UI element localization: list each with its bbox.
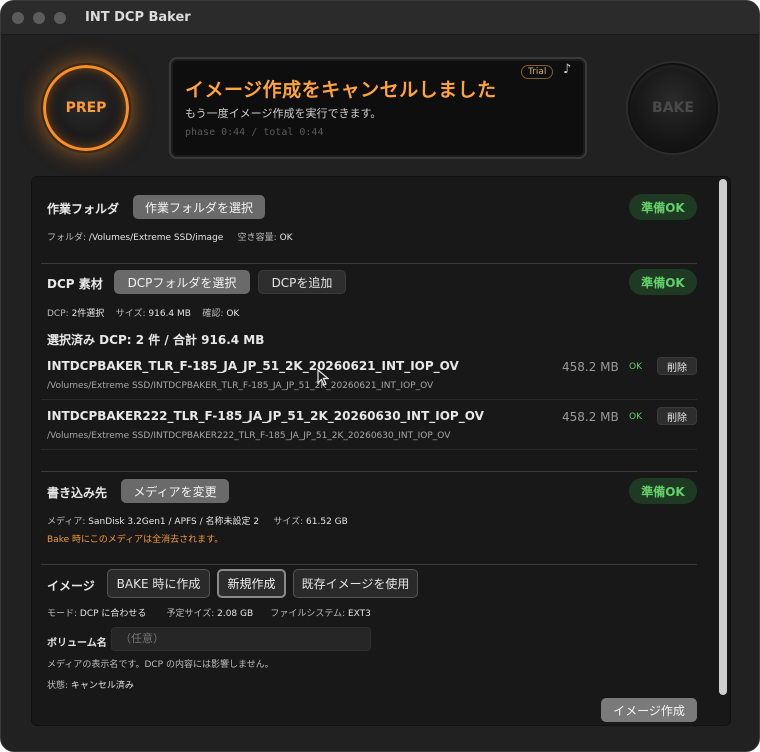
- prep-label: PREP: [65, 100, 107, 116]
- volume-note: メディアの表示名です。DCP の内容には影響しません。: [47, 660, 274, 670]
- status-phase: phase 0:44 / total 0:44: [185, 127, 324, 138]
- destination-status-badge: 準備OK: [629, 478, 697, 504]
- bake-button[interactable]: BAKE: [628, 63, 718, 153]
- select-dcp-folder-button[interactable]: DCPフォルダを選択: [114, 270, 250, 294]
- dcp-size-value: 916.4 MB: [148, 309, 191, 319]
- minimize-window-button[interactable]: [33, 12, 45, 24]
- dcp-item-name: INTDCPBAKER222_TLR_F-185_JA_JP_51_2K_202…: [47, 409, 484, 423]
- title-bar: INT DCP Baker: [1, 1, 759, 35]
- dcp-item-status: OK: [629, 412, 642, 422]
- dcp-summary: 選択済み DCP: 2 件 / 合計 916.4 MB: [47, 333, 265, 347]
- media-size-value: 61.52 GB: [306, 517, 348, 527]
- media-meta: メディア: SanDisk 3.2Gen1 / APFS / 名称未設定 2 サ…: [47, 514, 348, 527]
- prep-button[interactable]: PREP: [41, 63, 131, 153]
- dcp-count-label: DCP:: [47, 309, 69, 319]
- cursor-icon: [317, 369, 330, 386]
- music-icon[interactable]: ♪: [563, 62, 571, 77]
- state-meta: 状態: キャンセル済み: [47, 678, 134, 691]
- status-subtitle: もう一度イメージ作成を実行できます。: [185, 107, 382, 120]
- image-meta: モード: DCP に合わせる 予定サイズ: 2.08 GB ファイルシステム: …: [47, 606, 371, 619]
- trial-badge: Trial: [521, 65, 554, 79]
- delete-dcp-button[interactable]: 削除: [657, 407, 697, 425]
- dcp-check-label: 確認:: [202, 309, 224, 319]
- create-image-button[interactable]: イメージ作成: [601, 698, 697, 722]
- list-divider: [41, 399, 697, 400]
- image-option-bake[interactable]: BAKE 時に作成: [107, 569, 210, 598]
- dcp-count-value: 2件選択: [71, 309, 105, 319]
- destination-label: 書き込み先: [47, 486, 108, 500]
- work-folder-label: 作業フォルダ: [47, 202, 120, 216]
- folder-value: /Volumes/Extreme SSD/image: [88, 233, 224, 243]
- media-label: メディア:: [47, 517, 86, 527]
- window-title: INT DCP Baker: [85, 10, 191, 25]
- image-option-new[interactable]: 新規作成: [217, 569, 286, 598]
- add-dcp-button[interactable]: DCPを追加: [258, 270, 346, 294]
- work-status-badge: 準備OK: [629, 194, 697, 220]
- bake-label: BAKE: [652, 100, 694, 116]
- close-window-button[interactable]: [12, 12, 24, 24]
- filesystem-label: ファイルシステム:: [270, 609, 346, 619]
- estimated-size-label: 予定サイズ:: [166, 609, 215, 619]
- dcp-meta: DCP: 2件選択 サイズ: 916.4 MB 確認: OK: [47, 306, 239, 319]
- dcp-item-size: 458.2 MB: [562, 360, 619, 374]
- estimated-size-value: 2.08 GB: [217, 609, 254, 619]
- divider: [41, 471, 697, 472]
- status-display: イメージ作成をキャンセルしました もう一度イメージ作成を実行できます。 phas…: [169, 57, 587, 159]
- erase-warning: Bake 時にこのメディアは全消去されます。: [47, 535, 224, 545]
- mode-value: DCP に合わせる: [79, 609, 147, 619]
- divider: [41, 263, 697, 264]
- image-option-existing[interactable]: 既存イメージを使用: [293, 569, 418, 598]
- change-media-button[interactable]: メディアを変更: [121, 479, 229, 503]
- dcp-check-value: OK: [226, 309, 240, 319]
- state-value: キャンセル済み: [70, 681, 134, 691]
- filesystem-value: EXT3: [347, 609, 371, 619]
- work-folder-meta: フォルダ: /Volumes/Extreme SSD/image 空き容量: O…: [47, 230, 293, 243]
- volume-name-label: ボリューム名: [47, 638, 107, 649]
- app-window: INT DCP Baker PREP BAKE イメージ作成をキャンセルしました…: [0, 0, 760, 752]
- dcp-item-status: OK: [629, 362, 642, 372]
- space-label: 空き容量:: [237, 233, 277, 243]
- dcp-status-badge: 準備OK: [629, 269, 697, 295]
- dcp-item-size: 458.2 MB: [562, 410, 619, 424]
- dcp-item-path: /Volumes/Extreme SSD/INTDCPBAKER_TLR_F-1…: [47, 381, 434, 391]
- dcp-item-name: INTDCPBAKER_TLR_F-185_JA_JP_51_2K_202606…: [47, 359, 459, 373]
- zoom-window-button[interactable]: [54, 12, 66, 24]
- dcp-size-label: サイズ:: [115, 309, 146, 319]
- dcp-label: DCP 素材: [47, 277, 103, 291]
- media-value: SanDisk 3.2Gen1 / APFS / 名称未設定 2: [88, 517, 260, 527]
- divider: [41, 564, 697, 565]
- folder-label: フォルダ:: [47, 233, 87, 243]
- list-divider: [41, 449, 697, 450]
- state-label: 状態:: [47, 681, 69, 691]
- volume-name-input[interactable]: [111, 627, 371, 651]
- scrollbar[interactable]: [719, 179, 727, 695]
- status-title: イメージ作成をキャンセルしました: [185, 79, 497, 101]
- space-value: OK: [279, 233, 293, 243]
- media-size-label: サイズ:: [273, 517, 304, 527]
- mode-label: モード:: [47, 609, 78, 619]
- select-work-folder-button[interactable]: 作業フォルダを選択: [133, 195, 265, 219]
- image-label: イメージ: [47, 579, 95, 593]
- dcp-item-path: /Volumes/Extreme SSD/INTDCPBAKER222_TLR_…: [47, 431, 451, 441]
- delete-dcp-button[interactable]: 削除: [657, 357, 697, 375]
